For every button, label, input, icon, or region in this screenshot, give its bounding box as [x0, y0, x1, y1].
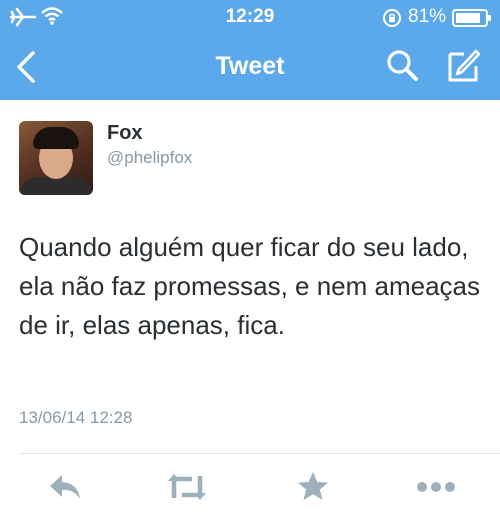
- retweet-icon[interactable]: [166, 470, 208, 509]
- top-bar: 12:29 81% Tweet: [0, 0, 500, 100]
- avatar-shirt: [19, 177, 93, 195]
- reply-icon[interactable]: [47, 470, 83, 509]
- page-title: Tweet: [215, 52, 285, 80]
- favorite-icon[interactable]: [296, 470, 330, 509]
- avatar-hair: [33, 127, 79, 149]
- rotation-lock-icon: [382, 8, 402, 33]
- navigation-bar: Tweet: [0, 34, 500, 100]
- divider: [19, 453, 500, 454]
- battery-icon: [452, 9, 492, 32]
- author-handle[interactable]: @phelipfox: [107, 148, 192, 168]
- tweet-timestamp: 13/06/14 12:28: [19, 408, 133, 427]
- avatar[interactable]: [19, 121, 93, 195]
- tweet-text: Quando alguém quer ficar do seu lado, el…: [19, 232, 481, 340]
- compose-icon[interactable]: [446, 48, 482, 89]
- search-icon[interactable]: [385, 48, 421, 89]
- author-name[interactable]: Fox: [107, 122, 143, 145]
- more-icon[interactable]: [414, 470, 458, 509]
- status-bar: 12:29 81%: [0, 0, 500, 34]
- tweet-actions: [0, 470, 500, 510]
- battery-percentage: 81%: [408, 6, 447, 27]
